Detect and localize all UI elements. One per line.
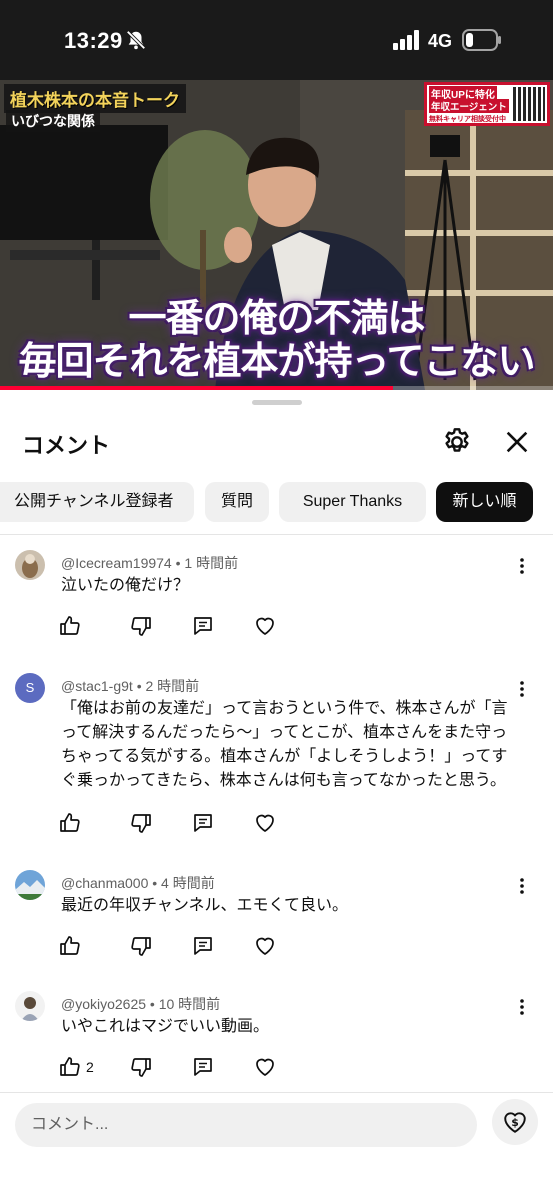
dislike-button[interactable]	[129, 1055, 155, 1081]
comment-meta: @yokiyo2625 • 10 時間前	[61, 996, 221, 1012]
divider	[0, 534, 553, 535]
avatar[interactable]	[15, 991, 45, 1021]
heart-icon	[256, 814, 274, 832]
comments-title: コメント	[22, 433, 111, 458]
comment-input[interactable]	[15, 1103, 477, 1147]
more-vert-icon[interactable]	[512, 997, 532, 1017]
more-vert-icon[interactable]	[512, 876, 532, 896]
comment-actions: 2	[58, 1055, 298, 1081]
thumb-down-icon	[131, 937, 151, 956]
like-button[interactable]	[58, 934, 84, 960]
more-vert-icon[interactable]	[512, 556, 532, 576]
promo-line2: 年収エージェント	[429, 99, 509, 113]
reply-button[interactable]	[191, 614, 217, 640]
video-player[interactable]: 植木株本の本音トーク いびつな関係 年収UPに特化 年収エージェント 無料キャリ…	[0, 80, 553, 390]
status-time: 13:29	[64, 28, 123, 53]
avatar[interactable]: S	[15, 673, 45, 703]
battery-icon	[462, 29, 501, 51]
avatar[interactable]	[15, 870, 45, 900]
thumb-up-icon	[60, 813, 80, 832]
channel-title-tag: 植木株本の本音トーク	[4, 84, 186, 113]
super-thanks-button[interactable]: $	[492, 1099, 538, 1145]
thumb-down-icon	[131, 814, 151, 833]
thumb-up-icon	[60, 1057, 80, 1076]
dislike-button[interactable]	[129, 811, 155, 837]
heart-button[interactable]	[253, 811, 279, 837]
thumb-down-icon	[131, 1058, 151, 1077]
reply-button[interactable]	[191, 811, 217, 837]
heart-icon	[256, 617, 274, 635]
reply-button[interactable]	[191, 934, 217, 960]
video-caption-line2: 毎回それを植本が持ってこない	[18, 338, 535, 383]
reply-comment-icon	[194, 814, 212, 832]
comment-compose-bar: $	[0, 1092, 553, 1200]
thumb-up-icon	[60, 616, 80, 635]
comment-text: 最近の年収チャンネル、エモくて良い。	[61, 897, 349, 914]
heart-button[interactable]	[253, 934, 279, 960]
more-vert-icon[interactable]	[512, 679, 532, 699]
close-icon[interactable]	[503, 428, 531, 456]
filter-chips: 公開チャンネル登録者 質問 Super Thanks 新しい順	[0, 482, 553, 522]
signal-icon	[393, 30, 419, 50]
dislike-button[interactable]	[129, 614, 155, 640]
comment-actions	[58, 614, 298, 640]
comment-meta: @Icecream19974 • 1 時間前	[61, 555, 239, 571]
thumb-down-icon	[131, 617, 151, 636]
settings-gear-icon[interactable]	[441, 426, 473, 458]
reply-comment-icon	[194, 1058, 212, 1076]
reply-comment-icon	[194, 937, 212, 955]
dislike-button[interactable]	[129, 934, 155, 960]
bell-slash-icon	[126, 30, 146, 50]
heart-dollar-icon: $	[504, 1112, 526, 1133]
chip-public-subscribers[interactable]: 公開チャンネル登録者	[0, 482, 194, 522]
like-count: 2	[86, 1059, 94, 1075]
like-button[interactable]	[58, 614, 84, 640]
heart-icon	[256, 1058, 274, 1076]
comment-actions	[58, 934, 298, 960]
reply-comment-icon	[194, 617, 212, 635]
thumb-up-icon	[60, 936, 80, 955]
sheet-drag-handle[interactable]	[252, 400, 302, 405]
chip-super-thanks[interactable]: Super Thanks	[279, 482, 426, 522]
comment-meta: @stac1-g9t • 2 時間前	[61, 678, 200, 694]
network-type: 4G	[428, 31, 453, 51]
heart-button[interactable]	[253, 614, 279, 640]
like-button[interactable]: 2	[58, 1055, 94, 1081]
comment-text: 「俺はお前の友達だ」って言おうという件で、株本さんが「言って解決するんだったら〜…	[61, 700, 508, 789]
promo-banner[interactable]: 年収UPに特化 年収エージェント 無料キャリア相談受付中	[424, 82, 550, 126]
status-bar: 13:29 4G	[0, 0, 553, 80]
svg-text:$: $	[511, 1116, 519, 1129]
qr-code-icon	[513, 87, 545, 121]
comments-sheet: コメント 公開チャンネル登録者 質問 Super Thanks 新しい順 @Ic…	[0, 390, 553, 1200]
comment-actions	[58, 811, 298, 837]
avatar[interactable]	[15, 550, 45, 580]
comment-text: いやこれはマジでいい動画。	[61, 1018, 270, 1035]
chip-questions[interactable]: 質問	[205, 482, 269, 522]
heart-button[interactable]	[253, 1055, 279, 1081]
episode-subtitle: いびつな関係	[6, 110, 100, 132]
comment-meta: @chanma000 • 4 時間前	[61, 875, 215, 891]
promo-line3: 無料キャリア相談受付中	[429, 116, 506, 123]
chip-newest[interactable]: 新しい順	[436, 482, 533, 522]
comment-text: 泣いたの俺だけ？	[61, 577, 190, 594]
heart-icon	[256, 937, 274, 955]
reply-button[interactable]	[191, 1055, 217, 1081]
like-button[interactable]	[58, 811, 84, 837]
